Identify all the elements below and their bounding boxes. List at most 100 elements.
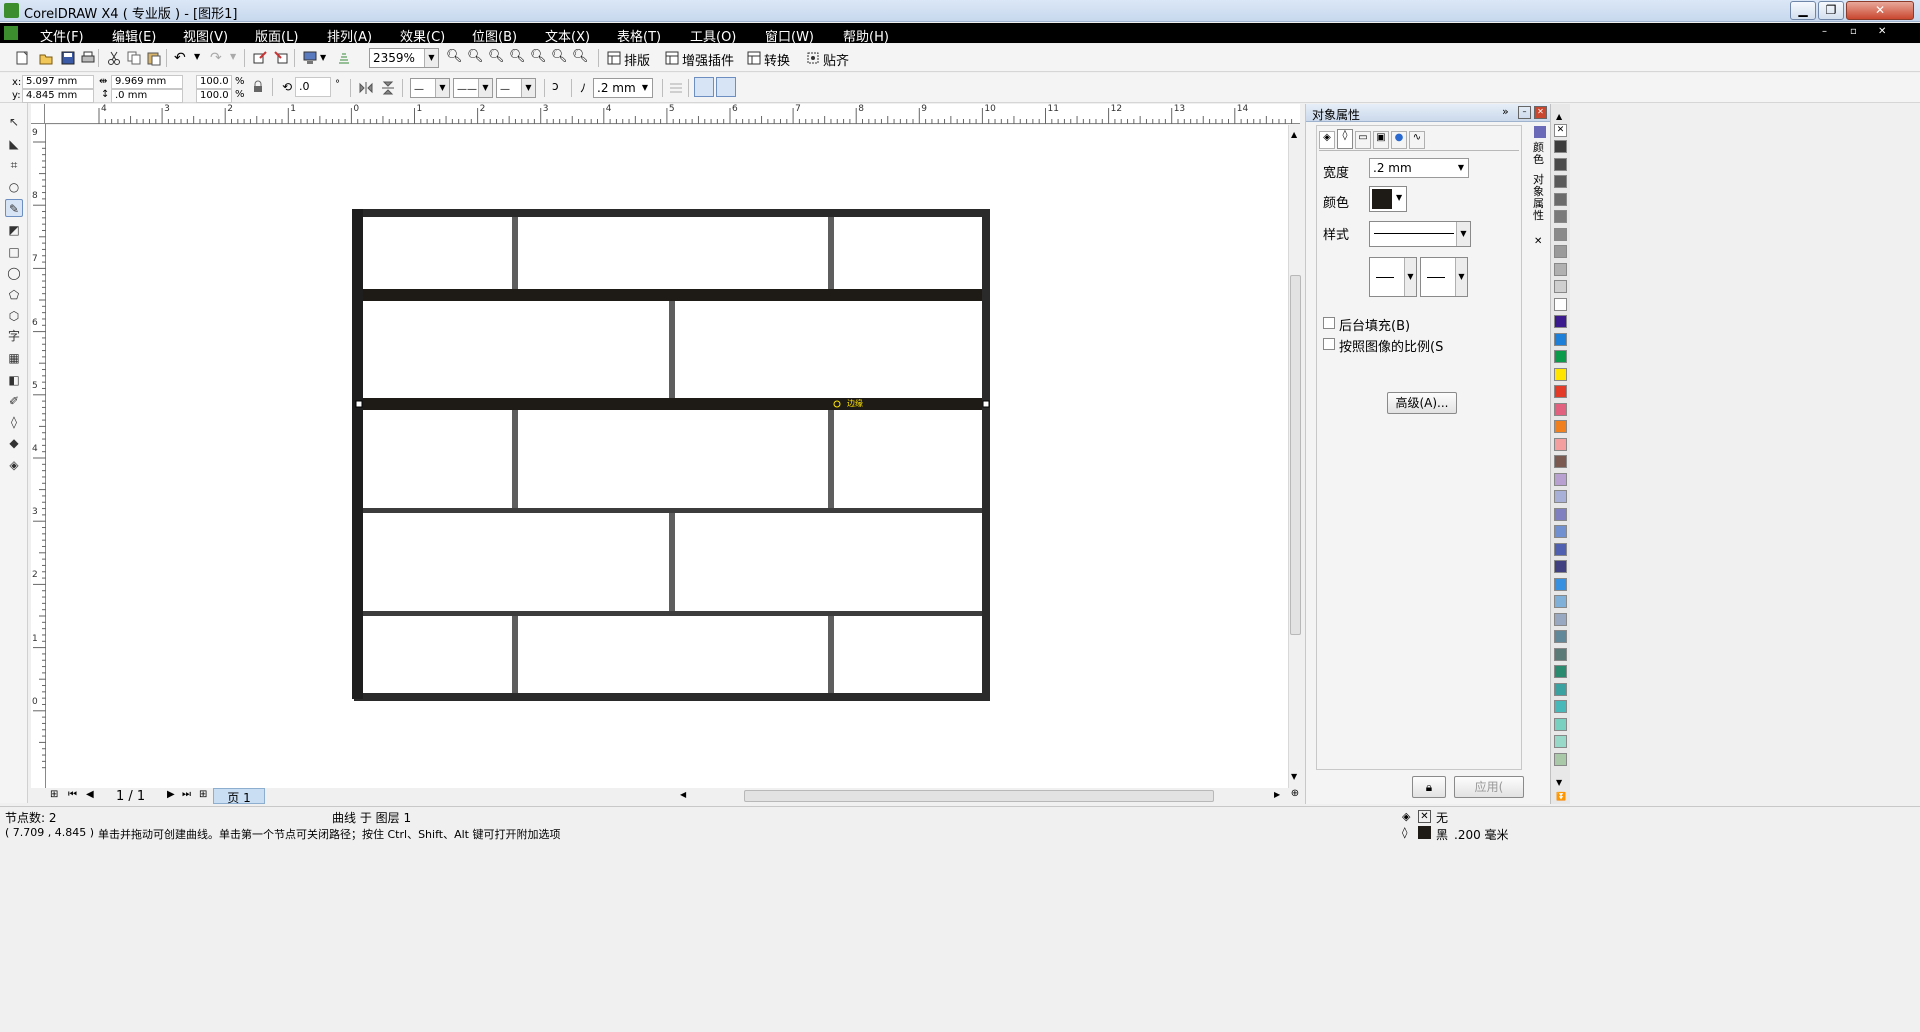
horizontal-scroll-thumb[interactable] — [744, 790, 1214, 802]
color-docker-tab[interactable]: 颜色 — [1533, 142, 1547, 166]
palette-swatch[interactable] — [1554, 455, 1567, 468]
outline-width-dropdown-icon[interactable]: ▼ — [638, 79, 652, 97]
palette-swatch[interactable] — [1554, 560, 1567, 573]
basic-shapes-tool-icon[interactable]: ⬡ — [5, 307, 23, 325]
zoom-selected-icon[interactable]: 🔍︎ — [488, 49, 505, 64]
curve-tab-icon[interactable]: ∿ — [1409, 131, 1425, 149]
freehand-tool-icon[interactable]: ✎ — [5, 199, 23, 217]
interactive-blend-tool-icon[interactable]: ◧ — [5, 371, 23, 389]
palette-swatch[interactable] — [1554, 700, 1567, 713]
internet-tab-icon[interactable]: ● — [1391, 131, 1407, 149]
eyedropper-tool-icon[interactable]: ✐ — [5, 392, 23, 410]
menu-effects[interactable]: 效果(C) — [400, 26, 445, 45]
x-position-field[interactable]: 5.097 mm — [22, 75, 94, 89]
palette-swatch[interactable] — [1554, 297, 1567, 311]
scroll-down-icon[interactable]: ▼ — [1291, 772, 1297, 781]
end-node-handle[interactable] — [982, 400, 990, 408]
palette-swatch[interactable] — [1554, 682, 1567, 696]
snap-button[interactable]: 贴齐 — [823, 50, 849, 69]
copy-icon[interactable] — [126, 50, 142, 66]
y-position-field[interactable]: 4.845 mm — [22, 89, 94, 103]
outline-width-combo[interactable]: .2 mm ▼ — [593, 78, 653, 98]
plugin-icon[interactable] — [664, 50, 680, 66]
wrap-text-icon[interactable] — [668, 80, 684, 96]
palette-swatch[interactable] — [1554, 140, 1567, 153]
menu-window[interactable]: 窗口(W) — [765, 26, 814, 45]
apply-button[interactable]: 应用( — [1454, 776, 1524, 798]
scroll-up-icon[interactable]: ▲ — [1291, 130, 1297, 139]
fill-tool-icon[interactable]: ◆ — [5, 434, 23, 452]
rotation-angle-field[interactable]: .0 — [295, 77, 331, 97]
horizontal-ruler[interactable]: 4 3 2 1 0 1 2 3 4 5 6 7 8 9 10 11 12 13 14 — [45, 104, 1300, 124]
palette-scroll-down-icon[interactable]: ▼ — [1556, 778, 1562, 787]
zoom-level-combo[interactable]: 2359% ▼ — [369, 48, 439, 68]
palette-swatch[interactable] — [1554, 665, 1567, 678]
redo-icon[interactable]: ↷ — [210, 50, 222, 66]
close-curve-icon[interactable]: ↄ — [552, 79, 559, 93]
menu-help[interactable]: 帮助(H) — [843, 26, 889, 45]
vertical-scrollbar[interactable]: ▲ ▼ — [1288, 125, 1302, 788]
brick-wall-drawing[interactable] — [46, 125, 1288, 788]
end-arrow-dropdown-icon[interactable]: ▼ — [1455, 258, 1467, 296]
doc-minimize-button[interactable]: – — [1822, 26, 1827, 37]
advanced-button[interactable]: 高级(A)... — [1387, 392, 1457, 414]
horizontal-scrollbar[interactable]: ◀ ▶ — [676, 788, 1288, 804]
mirror-horizontal-icon[interactable] — [358, 80, 374, 96]
object-properties-docker-tab[interactable]: 对象属性 — [1533, 174, 1547, 222]
scroll-right-icon[interactable]: ▶ — [1274, 790, 1280, 799]
palette-swatch[interactable] — [1554, 280, 1567, 293]
redo-dropdown-icon[interactable]: ▼ — [230, 52, 236, 61]
menu-text[interactable]: 文本(X) — [545, 26, 590, 45]
zoom-all-objects-icon[interactable]: 🔍︎ — [509, 49, 526, 64]
rectangle-tool-icon[interactable]: □ — [5, 243, 23, 261]
lock-ratio-icon[interactable] — [250, 79, 266, 95]
palette-swatch[interactable] — [1554, 595, 1567, 608]
zoom-in-icon[interactable]: 🔍︎ — [446, 49, 463, 64]
minimize-button[interactable]: ▁ — [1790, 1, 1816, 20]
layout-button[interactable]: 排版 — [624, 50, 650, 69]
zoom-page-icon[interactable]: 🔍︎ — [530, 49, 547, 64]
menu-bitmaps[interactable]: 位图(B) — [472, 26, 517, 45]
print-icon[interactable] — [80, 50, 96, 66]
palette-swatch[interactable] — [1554, 752, 1567, 766]
zoom-page-height-icon[interactable]: 🔍︎ — [572, 49, 589, 64]
mirror-vertical-icon[interactable] — [380, 80, 396, 96]
scroll-left-icon[interactable]: ◀ — [680, 790, 686, 799]
zoom-tool-icon[interactable]: ○ — [5, 178, 23, 196]
zoom-out-icon[interactable]: 🔍︎ — [467, 49, 484, 64]
palette-swatch[interactable] — [1554, 367, 1567, 381]
zoom-dropdown-icon[interactable]: ▼ — [424, 49, 438, 67]
drawing-canvas[interactable]: 边缘 — [46, 125, 1288, 788]
last-page-icon[interactable]: ⏭ — [182, 789, 191, 800]
coreldraw-app-icon[interactable] — [4, 3, 19, 18]
palette-swatch[interactable] — [1554, 350, 1567, 363]
object-height-field[interactable]: .0 mm — [111, 89, 183, 103]
bezier-mode-toggle[interactable] — [716, 77, 736, 97]
detail-tab-icon[interactable]: ▣ — [1373, 131, 1389, 149]
palette-swatch[interactable] — [1554, 490, 1567, 503]
document-icon[interactable] — [4, 26, 18, 40]
undo-icon[interactable]: ↶ — [174, 50, 186, 66]
outline-tool-icon[interactable]: ◊ — [5, 413, 23, 431]
palette-expand-icon[interactable]: ⏬ — [1556, 792, 1566, 801]
behind-fill-checkbox[interactable] — [1323, 317, 1335, 329]
palette-swatch[interactable] — [1554, 210, 1567, 223]
line-style-selector[interactable]: ▼ — [1369, 221, 1471, 247]
menu-layout[interactable]: 版面(L) — [255, 26, 298, 45]
end-arrowhead-selector[interactable]: — ▼ — [496, 78, 536, 98]
palette-swatch[interactable] — [1554, 245, 1567, 258]
outline-color-picker[interactable]: ▼ — [1369, 186, 1407, 212]
no-color-swatch[interactable]: ✕ — [1554, 124, 1567, 137]
palette-swatch[interactable] — [1554, 577, 1567, 591]
zoom-page-width-icon[interactable]: 🔍︎ — [551, 49, 568, 64]
maximize-button[interactable]: ❐ — [1818, 1, 1844, 20]
doc-restore-button[interactable]: ▫ — [1850, 26, 1857, 37]
first-page-icon[interactable]: ⏮ — [68, 789, 77, 800]
next-page-icon[interactable]: ▶ — [167, 789, 175, 800]
crop-tool-icon[interactable]: ⌗ — [5, 156, 23, 174]
menu-view[interactable]: 视图(V) — [183, 26, 228, 45]
export-icon[interactable] — [273, 50, 289, 66]
start-arrowhead-selector[interactable]: — ▼ — [410, 78, 450, 98]
close-button[interactable]: ✕ — [1846, 1, 1914, 20]
freehand-smoothing-toggle[interactable] — [694, 77, 714, 97]
